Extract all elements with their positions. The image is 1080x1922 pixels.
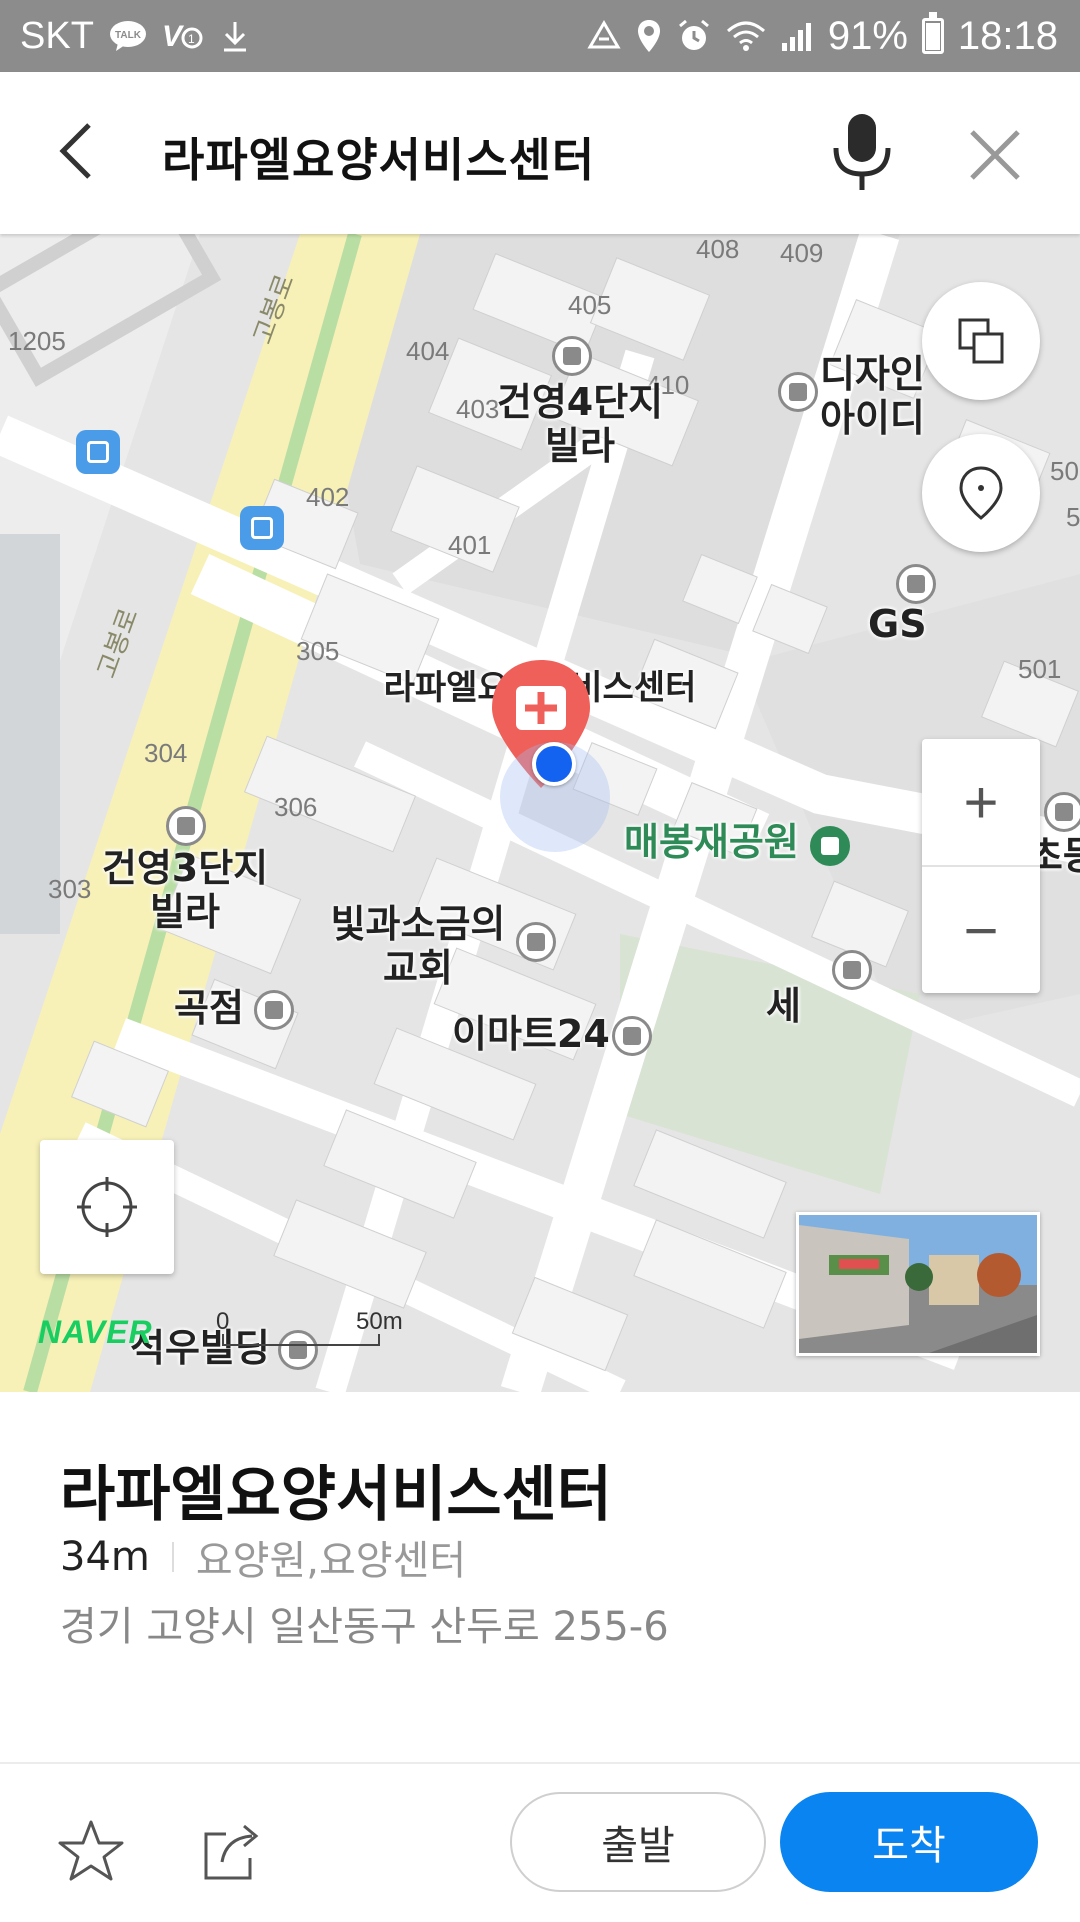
crosshair-icon xyxy=(77,1177,137,1237)
layers-icon xyxy=(958,318,1004,364)
star-icon xyxy=(58,1820,124,1881)
carrier-label: SKT xyxy=(20,14,94,57)
poi-park[interactable]: 매봉재공원 xyxy=(624,820,824,864)
building-number: 304 xyxy=(144,738,188,768)
bottom-action-bar: 출발 도착 xyxy=(0,1762,1080,1922)
back-button[interactable] xyxy=(40,116,110,186)
bus-stop-icon[interactable] xyxy=(240,506,284,550)
store-icon[interactable] xyxy=(896,564,936,604)
current-location-point xyxy=(532,742,576,786)
building-number: 401 xyxy=(448,530,492,560)
place-meta: 34m 요양원,요양센터 xyxy=(60,1528,466,1586)
talk-icon: TALK xyxy=(108,19,148,53)
scale-bar xyxy=(222,1334,380,1346)
place-name: 라파엘요양서비스센터 xyxy=(60,1460,612,1530)
map-pin-icon xyxy=(959,466,1003,520)
place-distance: 34m xyxy=(60,1534,150,1580)
building-number: 405 xyxy=(568,290,612,320)
volte-icon: V1 xyxy=(162,18,206,54)
building-number: 303 xyxy=(48,874,92,904)
status-bar: SKT TALK V1 91% 18:18 xyxy=(0,0,1080,72)
poi-church[interactable]: 빛과소금의 교회 xyxy=(318,902,518,990)
building-number: 402 xyxy=(306,482,350,512)
place-info-panel[interactable]: 라파엘요양서비스센터 34m 요양원,요양센터 경기 고양시 일산동구 산두로 … xyxy=(0,1392,1080,1762)
back-arrow-icon xyxy=(59,123,91,179)
depart-button[interactable]: 출발 xyxy=(510,1792,766,1892)
clear-search-button[interactable] xyxy=(960,120,1030,190)
svg-text:V: V xyxy=(162,20,185,53)
battery-percent: 91% xyxy=(827,13,908,58)
street-view-image xyxy=(799,1215,1037,1353)
repair-icon[interactable] xyxy=(254,990,294,1030)
battery-icon xyxy=(921,12,944,54)
building-number: 409 xyxy=(780,238,824,268)
favorite-button[interactable] xyxy=(56,1816,126,1886)
poi-se[interactable]: 세 xyxy=(766,984,806,1028)
poi-villa3[interactable]: 건영3단지 빌라 xyxy=(90,846,280,934)
street-view-thumbnail[interactable] xyxy=(796,1212,1040,1356)
clock: 18:18 xyxy=(957,13,1058,58)
church-icon[interactable] xyxy=(516,922,556,962)
scale-start: 0 xyxy=(216,1308,230,1335)
naver-logo: NAVER xyxy=(38,1314,153,1350)
microphone-icon xyxy=(833,114,891,190)
my-location-button[interactable] xyxy=(40,1140,174,1274)
zoom-out-button[interactable]: − xyxy=(922,867,1040,993)
building-number: 305 xyxy=(296,636,340,666)
download-icon xyxy=(220,18,250,54)
svg-text:TALK: TALK xyxy=(115,30,142,41)
apartment-icon[interactable] xyxy=(552,336,592,376)
signal-icon xyxy=(780,19,814,53)
building-number: 1205 xyxy=(8,326,66,356)
building-number: 50 xyxy=(1050,456,1079,486)
poi-gs[interactable]: GS xyxy=(868,602,928,646)
place-category: 요양원,요양센터 xyxy=(195,1538,467,1584)
store-icon[interactable] xyxy=(832,950,872,990)
search-bar: 라파엘요양서비스센터 xyxy=(0,72,1080,234)
location-icon xyxy=(636,18,662,54)
share-icon xyxy=(204,1824,259,1880)
divider xyxy=(171,1542,174,1572)
building-number: 408 xyxy=(696,234,740,264)
bus-stop-icon[interactable] xyxy=(76,430,120,474)
building-number: 5 xyxy=(1066,502,1080,532)
building-icon[interactable] xyxy=(778,372,818,412)
map-view[interactable]: 04 407 408 409 405 1205 404 410 403 402 … xyxy=(0,234,1080,1392)
apartment-icon[interactable] xyxy=(166,806,206,846)
wifi-icon xyxy=(726,19,766,53)
svg-text:1: 1 xyxy=(188,32,195,46)
building-number: 501 xyxy=(1018,654,1062,684)
layers-button[interactable] xyxy=(922,282,1040,400)
zoom-in-button[interactable]: + xyxy=(922,739,1040,865)
arrive-button[interactable]: 도착 xyxy=(780,1792,1038,1892)
building-number: 306 xyxy=(274,792,318,822)
poi-emart[interactable]: 이마트24 xyxy=(452,1012,612,1056)
poi-shop[interactable]: 곡점 xyxy=(174,986,254,1030)
voice-search-button[interactable] xyxy=(822,108,902,198)
poi-villa4[interactable]: 건영4단지 빌라 xyxy=(480,380,680,468)
search-query[interactable]: 라파엘요양서비스센터 xyxy=(162,124,595,190)
school-icon[interactable] xyxy=(1044,792,1080,832)
zoom-control: + − xyxy=(922,739,1040,993)
alarm-icon xyxy=(676,18,712,54)
map-scale: 0 50m xyxy=(216,1308,403,1348)
place-address: 경기 고양시 일산동구 산두로 255-6 xyxy=(60,1604,669,1650)
scale-end: 50m xyxy=(356,1308,403,1335)
store-icon[interactable] xyxy=(612,1016,652,1056)
building-number: 404 xyxy=(406,336,450,366)
close-icon xyxy=(970,130,1020,180)
place-pin-button[interactable] xyxy=(922,434,1040,552)
share-button[interactable] xyxy=(196,1816,266,1886)
recycle-icon xyxy=(586,19,622,53)
park-icon[interactable] xyxy=(810,826,850,866)
